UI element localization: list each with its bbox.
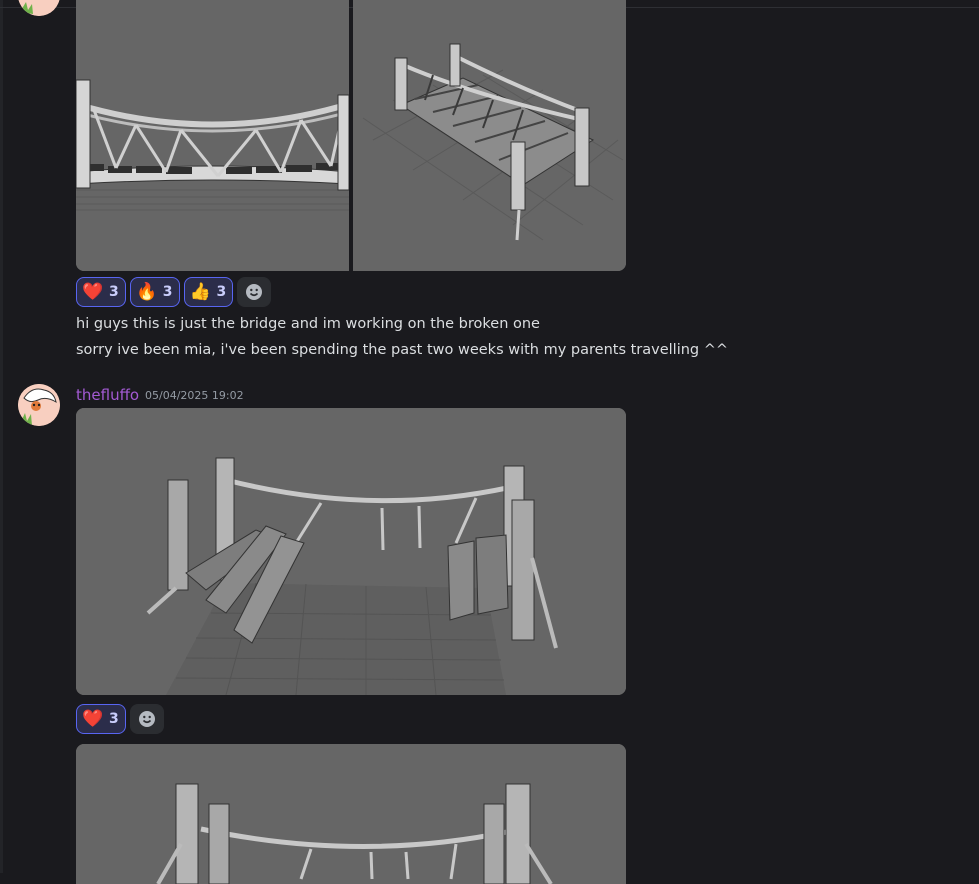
bridge-render-front[interactable] xyxy=(76,0,349,271)
timestamp: 05/04/2025 19:02 xyxy=(145,389,244,402)
reaction-fire[interactable]: 🔥 3 xyxy=(129,277,180,307)
reactions-row-1: ❤️ 3 🔥 3 👍 3 xyxy=(76,277,272,307)
bridge-render-third[interactable] xyxy=(76,744,626,884)
avatar-prev[interactable] xyxy=(18,0,60,16)
smiley-face-icon xyxy=(138,711,155,727)
bridge-render-perspective[interactable] xyxy=(353,0,626,271)
reaction-count: 3 xyxy=(109,284,119,300)
red-heart-icon: ❤️ xyxy=(82,708,104,729)
avatar[interactable] xyxy=(18,384,60,426)
reaction-count: 3 xyxy=(216,284,227,300)
smiley-face-icon xyxy=(246,284,263,300)
message-line: sorry ive been mia, i've been spending t… xyxy=(76,342,729,358)
username[interactable]: thefluffo xyxy=(76,386,139,404)
reaction-count: 3 xyxy=(162,284,173,300)
add-reaction-button[interactable] xyxy=(129,704,164,734)
thumbs-up-icon: 👍 xyxy=(189,281,212,302)
reactions-row-2: ❤️ 3 xyxy=(76,704,164,734)
red-heart-icon: ❤️ xyxy=(82,281,104,302)
left-rail xyxy=(0,0,3,873)
add-reaction-button[interactable] xyxy=(237,277,272,307)
broken-bridge-render[interactable] xyxy=(76,408,626,695)
reaction-heart[interactable]: ❤️ 3 xyxy=(76,277,126,307)
reaction-thumbs-up[interactable]: 👍 3 xyxy=(183,277,234,307)
fire-icon: 🔥 xyxy=(136,281,158,302)
reaction-count: 3 xyxy=(109,711,119,727)
message-line: hi guys this is just the bridge and im w… xyxy=(76,316,540,332)
reaction-heart[interactable]: ❤️ 3 xyxy=(76,704,126,734)
